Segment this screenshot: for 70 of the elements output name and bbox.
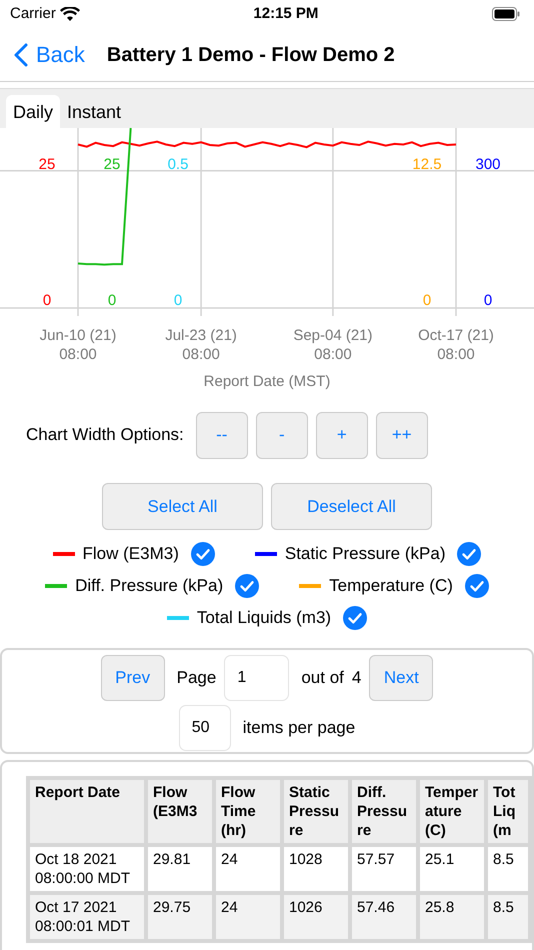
page-title: Battery 1 Demo - Flow Demo 2 — [106, 42, 395, 68]
axis-tick-label: 0 — [174, 292, 182, 309]
legend-label: Static Pressure (kPa) — [284, 543, 446, 566]
back-chevron-icon[interactable] — [14, 42, 28, 66]
legend-label: Total Liquids (m3) — [196, 607, 332, 630]
x-tick-label: Jun-10 (21) 08:00 — [40, 327, 116, 363]
page-total: 4 — [352, 667, 362, 690]
page-input[interactable]: 1 — [224, 655, 290, 701]
chart-tab[interactable]: Daily — [6, 95, 60, 129]
column-header: Flow (E3M3 — [148, 780, 212, 843]
axis-tick-label: 0 — [422, 292, 432, 309]
selection-button[interactable]: Select All — [102, 483, 263, 530]
axis-tick-label: 0 — [42, 292, 52, 309]
table-cell: 57.57 — [352, 847, 416, 891]
checkbox-icon[interactable] — [235, 574, 260, 598]
width-options-label: Chart Width Options: — [26, 424, 184, 446]
axis-tick-label: 12.5 — [412, 156, 442, 173]
checkbox-icon[interactable] — [343, 606, 368, 630]
width-button[interactable]: + — [316, 412, 368, 458]
table-cell: 1026 — [284, 895, 348, 939]
axis-tick-label: 25 — [104, 156, 120, 173]
table-cell: 1028 — [284, 847, 348, 891]
table-cell: 25.1 — [420, 847, 484, 891]
column-header: Report Date — [30, 780, 144, 843]
column-header: Temperature (C) — [420, 780, 484, 843]
carrier-name: Carrier — [10, 4, 56, 24]
table-cell: Oct 17 2021 08:00:01 MDT — [30, 895, 144, 939]
table-cell: 8.5 — [488, 895, 528, 939]
axis-tick-label: 0 — [484, 292, 492, 309]
table-cell: 29.81 — [148, 847, 212, 891]
status-time: 12:15 PM — [253, 4, 318, 24]
table-cell: 24 — [216, 847, 280, 891]
legend-label: Temperature (C) — [329, 575, 453, 598]
width-button[interactable]: ++ — [376, 412, 428, 458]
axis-tick-label: 25 — [38, 156, 56, 173]
column-header: Tot Liq (m — [488, 780, 528, 843]
x-tick-label: Oct-17 (21) 08:00 — [418, 327, 494, 363]
battery-icon — [492, 7, 520, 21]
x-axis-title: Report Date (MST) — [204, 373, 330, 390]
chart-tab[interactable]: Instant — [60, 95, 128, 129]
column-header: Diff. Pressure — [352, 780, 416, 843]
width-button[interactable]: -- — [196, 412, 248, 458]
column-header: Flow Time (hr) — [216, 780, 280, 843]
per-page-label: items per page — [242, 717, 356, 740]
out-of-label: out of — [301, 667, 344, 690]
table-cell: 25.8 — [420, 895, 484, 939]
axis-tick-label: 0.5 — [168, 156, 188, 173]
selection-button[interactable]: Deselect All — [271, 483, 432, 530]
page-label: Page — [176, 667, 216, 690]
table-cell: 29.75 — [148, 895, 212, 939]
table-cell: 8.5 — [488, 847, 528, 891]
checkbox-icon[interactable] — [464, 574, 489, 598]
wifi-icon — [60, 6, 80, 22]
checkbox-icon[interactable] — [457, 542, 482, 566]
width-button[interactable]: - — [256, 412, 308, 458]
table-cell: 24 — [216, 895, 280, 939]
legend-label: Flow (E3M3) — [82, 543, 179, 566]
legend-label: Diff. Pressure (kPa) — [75, 575, 224, 598]
per-page-input[interactable]: 50 — [178, 705, 231, 751]
prev-button[interactable]: Prev — [100, 655, 165, 701]
x-tick-label: Jul-23 (21) 08:00 — [165, 327, 237, 363]
table-cell: 57.46 — [352, 895, 416, 939]
table-cell: Oct 18 2021 08:00:00 MDT — [30, 847, 144, 891]
axis-tick-label: 0 — [108, 292, 116, 309]
back-button[interactable]: Back — [14, 38, 85, 71]
next-button[interactable]: Next — [369, 655, 434, 701]
checkbox-icon[interactable] — [190, 542, 215, 566]
axis-tick-label: 300 — [475, 156, 501, 173]
x-tick-label: Sep-04 (21) 08:00 — [293, 327, 373, 363]
column-header: Static Pressure — [284, 780, 348, 843]
